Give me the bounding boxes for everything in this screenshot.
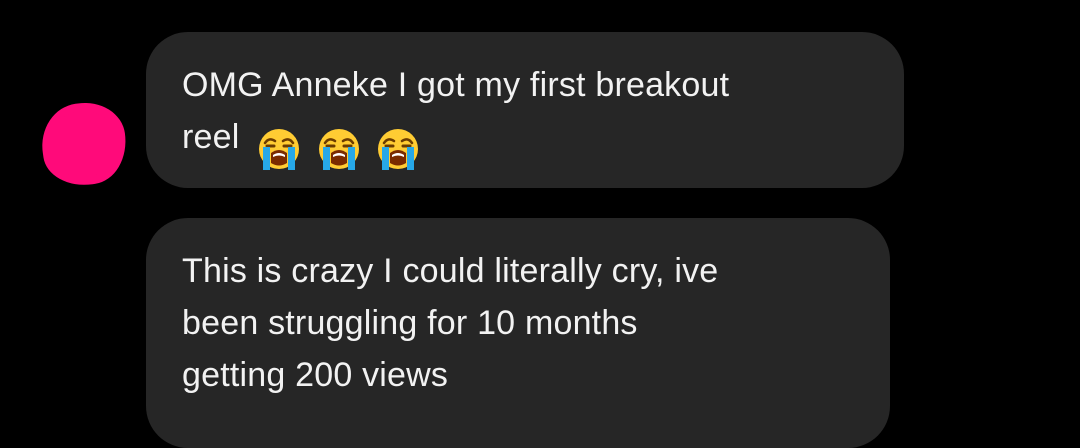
message-text-line: OMG Anneke I got my first breakout [182, 66, 730, 104]
loudly-crying-face-icon [259, 129, 300, 171]
message-text-line: been struggling for 10 months [182, 304, 638, 342]
loudly-crying-face-icon [378, 129, 419, 171]
message-bubble[interactable]: This is crazy I could literally cry, ive… [146, 218, 890, 448]
message-thread: OMG Anneke I got my first breakout reel [0, 0, 1080, 448]
message-text-fragment: reel [182, 118, 240, 156]
emoji-group [257, 121, 426, 173]
message-bubble[interactable]: OMG Anneke I got my first breakout reel [146, 32, 904, 188]
message-text-line: getting 200 views [182, 356, 449, 394]
message-text-line: This is crazy I could literally cry, ive [182, 252, 719, 290]
avatar[interactable] [36, 97, 132, 191]
loudly-crying-face-icon [318, 129, 359, 171]
message-text-line-with-emoji: reel [182, 111, 874, 173]
